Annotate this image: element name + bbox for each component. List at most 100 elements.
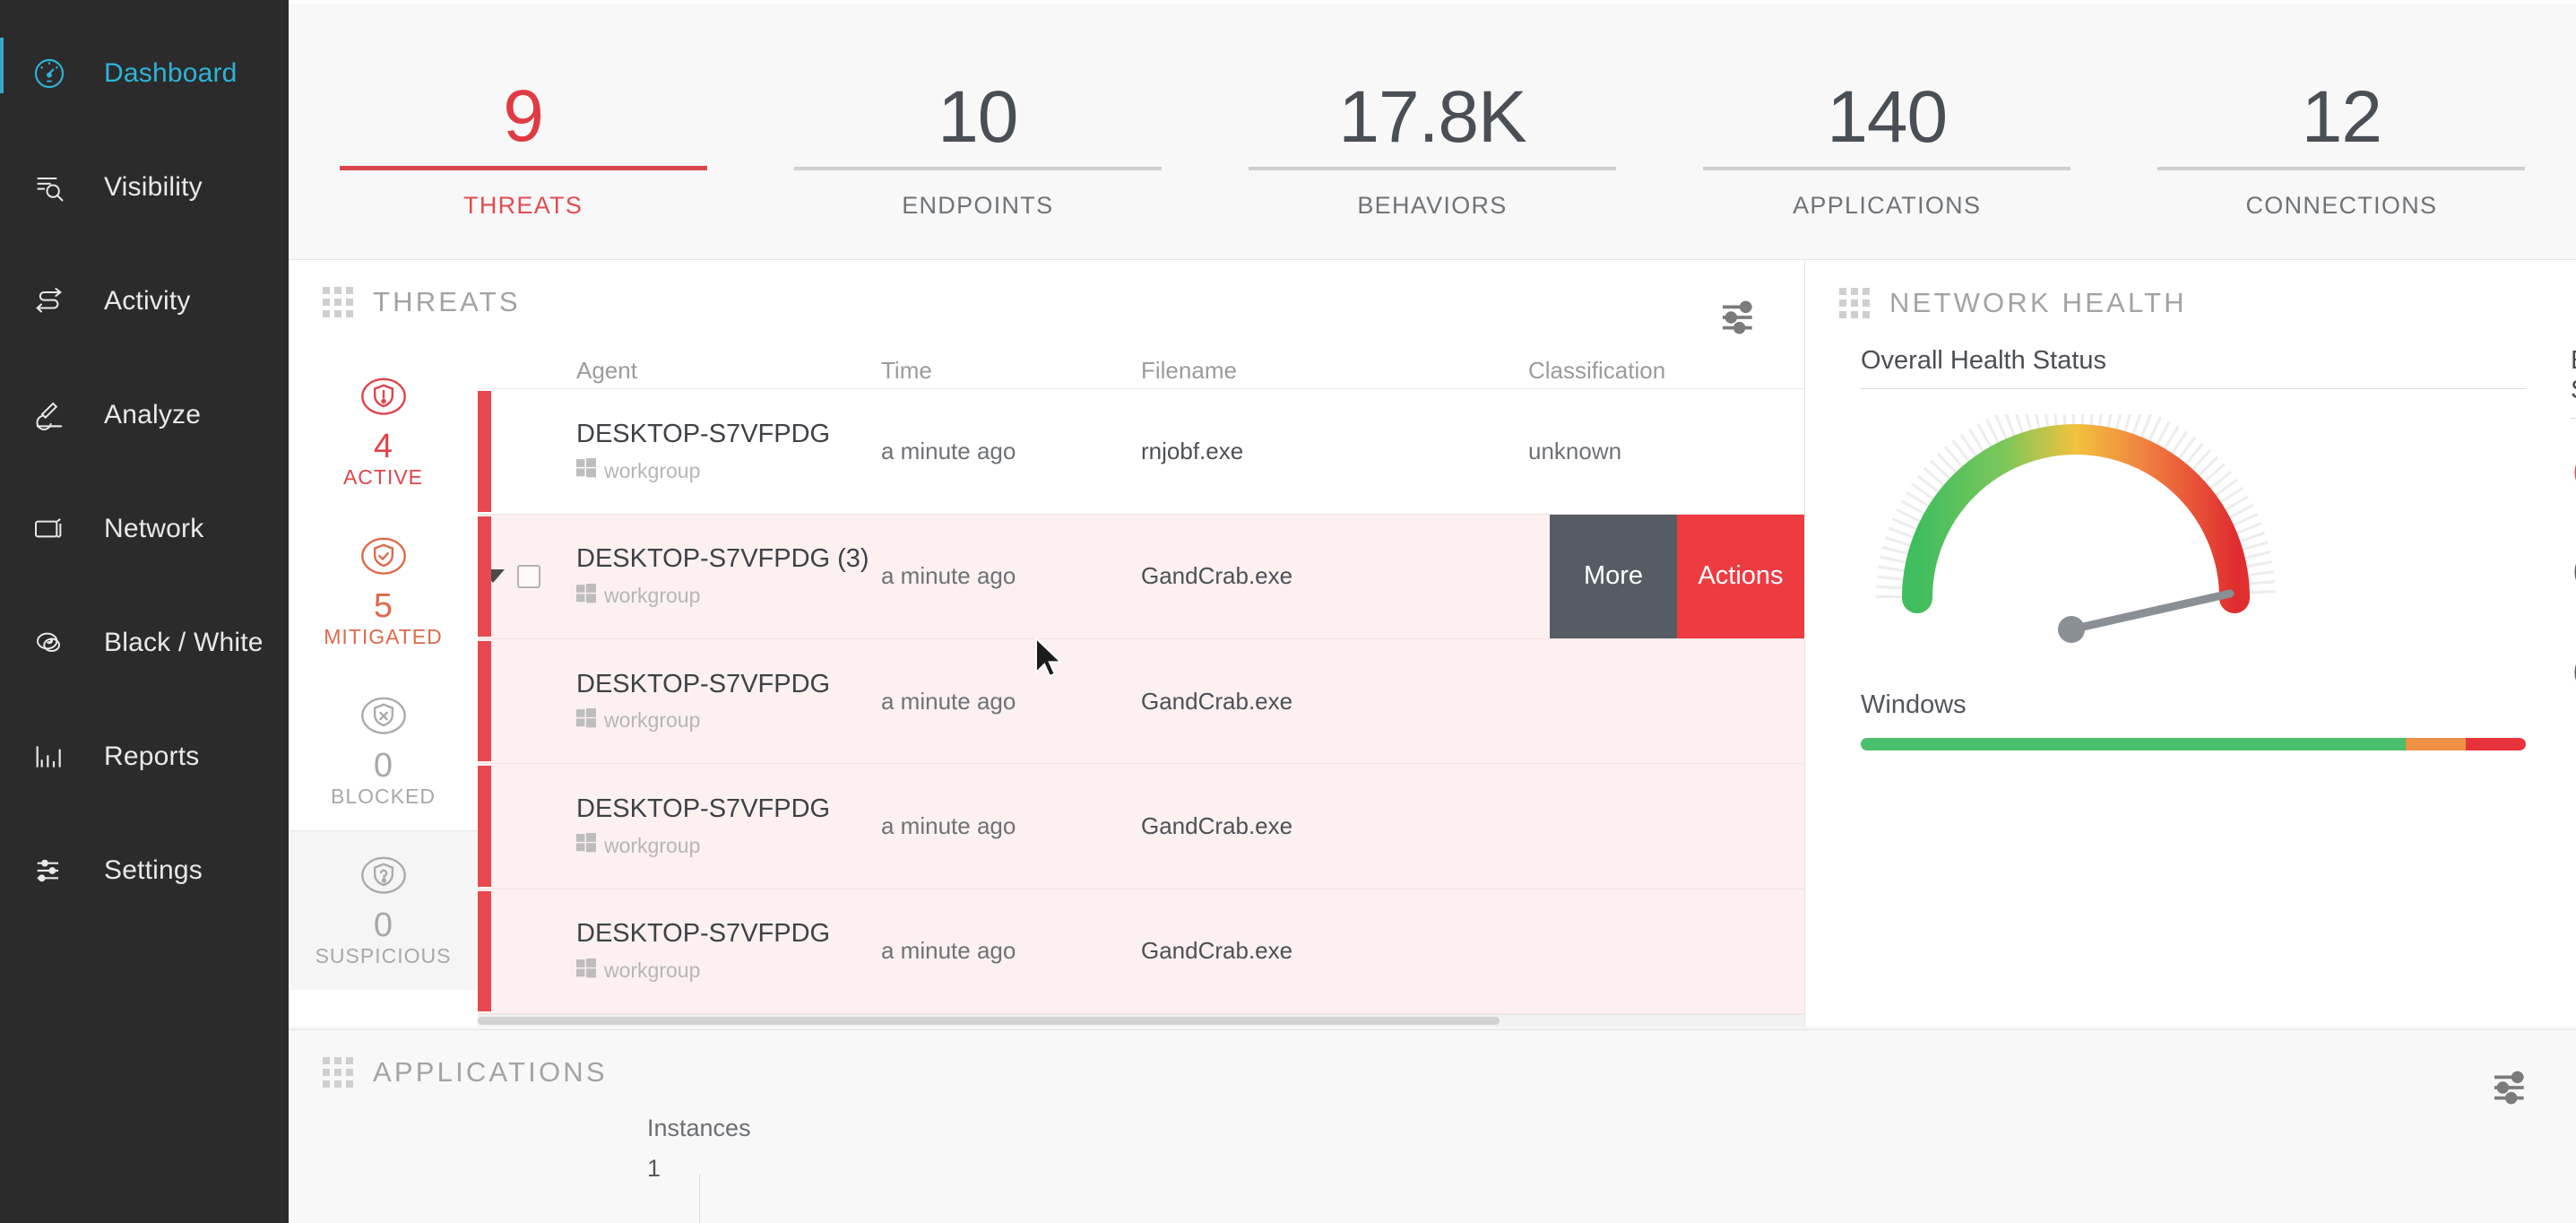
sidebar-item-network[interactable]: Network	[0, 502, 289, 556]
sidebar-item-label: Activity	[104, 286, 191, 316]
row-time: a minute ago	[881, 562, 1016, 590]
applications-column-header: Instances	[647, 1115, 751, 1141]
threats-filter-icon[interactable]	[1716, 292, 1767, 347]
applications-title: APPLICATIONS	[373, 1056, 608, 1088]
status-value: 0	[373, 746, 393, 785]
endpoint-infected[interactable]: 1 Infected	[2571, 444, 2576, 506]
grid-handle-icon[interactable]	[323, 286, 353, 317]
kpi-endpoints[interactable]: 10 ENDPOINTS	[750, 81, 1205, 220]
grid-handle-icon[interactable]	[1839, 288, 1870, 318]
sidebar-item-settings[interactable]: Settings	[0, 844, 289, 898]
threats-panel-title: THREATS	[373, 285, 521, 317]
agent-group-label: workgroup	[604, 584, 701, 608]
agent-name: DESKTOP-S7VFPDG (3)	[576, 544, 869, 574]
row-time: a minute ago	[881, 687, 1016, 715]
more-button[interactable]: More	[1550, 514, 1677, 639]
kpi-label: BEHAVIORS	[1357, 192, 1508, 219]
status-label: SUSPICIOUS	[315, 944, 452, 968]
table-row[interactable]: DESKTOP-S7VFPDG workgroup a minute ago r…	[478, 389, 1804, 515]
shield-check-icon	[356, 533, 411, 587]
health-gauge	[1861, 398, 2526, 683]
shield-question-icon	[356, 852, 411, 906]
yin-yang-icon	[25, 625, 73, 661]
sidebar-item-analyze[interactable]: Analyze	[0, 388, 289, 442]
gauge-needle	[2058, 589, 2235, 643]
gauge-svg	[1876, 398, 2276, 643]
shield-alert-icon	[356, 373, 411, 428]
table-row[interactable]: DESKTOP-S7VFPDG workgroup a minute ago G…	[478, 764, 1804, 889]
agent-group: workgroup	[576, 583, 881, 609]
windows-icon	[576, 583, 596, 609]
kpi-value: 12	[2301, 76, 2382, 159]
status-value: 5	[373, 586, 393, 625]
status-label: MITIGATED	[324, 624, 443, 648]
column-header-classification: Classification	[1528, 357, 1666, 385]
sidebar-item-activity[interactable]: Activity	[0, 274, 289, 328]
kpi-value: 9	[503, 75, 544, 158]
status-mitigated[interactable]: 5 MITIGATED	[289, 511, 478, 671]
applications-body: Instances 1	[289, 1115, 2576, 1183]
chevron-down-icon[interactable]	[481, 569, 505, 584]
row-filename: GandCrab.exe	[1141, 812, 1293, 840]
status-blocked[interactable]: 0 BLOCKED	[289, 671, 478, 830]
sidebar-item-label: Dashboard	[104, 58, 238, 88]
os-label: Windows	[1861, 690, 1967, 719]
grid-handle-icon[interactable]	[323, 1057, 353, 1088]
row-controls	[478, 564, 548, 588]
sidebar-item-label: Settings	[104, 855, 203, 885]
endpoint-out-of-date[interactable]: 0 Out of date	[2571, 531, 2576, 619]
row-agent-cell: DESKTOP-S7VFPDG workgroup	[548, 794, 881, 858]
status-value: 0	[373, 906, 393, 945]
scrollbar-thumb[interactable]	[478, 1017, 1500, 1026]
threats-panel-header: THREATS	[289, 260, 1804, 344]
sidebar-item-dashboard[interactable]: Dashboard	[0, 38, 289, 100]
agent-group: workgroup	[576, 458, 881, 483]
windows-icon	[576, 958, 596, 984]
actions-button[interactable]: Actions	[1677, 514, 1804, 639]
kpi-label: CONNECTIONS	[2245, 192, 2438, 219]
applications-filter-icon[interactable]	[2488, 1063, 2538, 1117]
table-row[interactable]: DESKTOP-S7VFPDG workgroup a minute ago G…	[478, 889, 1804, 1015]
sidebar-item-reports[interactable]: Reports	[0, 730, 289, 784]
kpi-strip: 9 THREATS 10 ENDPOINTS 17.8K BEHAVIORS 1…	[289, 0, 2576, 260]
kpi-threats[interactable]: 9 THREATS	[296, 75, 750, 220]
agent-name: DESKTOP-S7VFPDG	[576, 794, 831, 823]
sidebar-item-black-white[interactable]: Black / White	[0, 616, 289, 670]
network-health-body: Overall Health Status Windows	[1805, 346, 2576, 750]
kpi-underline	[793, 167, 1162, 170]
threats-horizontal-scrollbar[interactable]	[478, 1014, 1804, 1027]
sidebar-item-label: Analyze	[104, 400, 202, 429]
windows-icon	[576, 458, 596, 483]
agent-name: DESKTOP-S7VFPDG	[576, 919, 831, 949]
row-agent-cell: DESKTOP-S7VFPDG workgroup	[548, 919, 881, 983]
status-suspicious[interactable]: 0 SUSPICIOUS	[289, 829, 478, 990]
endpoint-summary-column: Endpoint Summary	[2526, 346, 2576, 750]
panels-row: THREATS 4 ACTIVE 5 MITIGATED 0 BLOCKED 0…	[289, 260, 2576, 1027]
kpi-label: THREATS	[463, 192, 583, 219]
status-active[interactable]: 4 ACTIVE	[289, 351, 478, 511]
status-label: BLOCKED	[331, 784, 436, 808]
row-checkbox[interactable]	[517, 564, 540, 588]
os-bar-segment-warning	[2406, 738, 2467, 750]
endpoint-online[interactable]: 1 Online	[2571, 644, 2576, 706]
sidebar-item-label: Network	[104, 514, 204, 543]
agent-group-label: workgroup	[604, 833, 701, 857]
kpi-connections[interactable]: 12 CONNECTIONS	[2114, 76, 2569, 220]
kpi-applications[interactable]: 140 APPLICATIONS	[1660, 81, 2114, 220]
sidebar-item-label: Reports	[104, 742, 200, 771]
row-filename: rnjobf.exe	[1141, 438, 1244, 465]
row-action-bar: More Actions	[1550, 514, 1804, 639]
row-filename: GandCrab.exe	[1141, 937, 1293, 965]
agent-group: workgroup	[576, 958, 881, 984]
sidebar-item-visibility[interactable]: Visibility	[0, 160, 289, 214]
biohazard-icon	[2571, 444, 2576, 506]
agent-group-label: workgroup	[604, 708, 701, 733]
table-row[interactable]: DESKTOP-S7VFPDG (3) workgroup a minute a…	[478, 514, 1804, 640]
search-list-icon	[25, 169, 73, 205]
table-row[interactable]: DESKTOP-S7VFPDG workgroup a minute ago G…	[478, 639, 1804, 765]
kpi-label: ENDPOINTS	[902, 192, 1054, 219]
row-filename: GandCrab.exe	[1141, 687, 1293, 715]
kpi-behaviors[interactable]: 17.8K BEHAVIORS	[1205, 81, 1659, 220]
threats-panel: THREATS 4 ACTIVE 5 MITIGATED 0 BLOCKED 0…	[289, 260, 1805, 1027]
agent-name: DESKTOP-S7VFPDG	[576, 669, 831, 698]
